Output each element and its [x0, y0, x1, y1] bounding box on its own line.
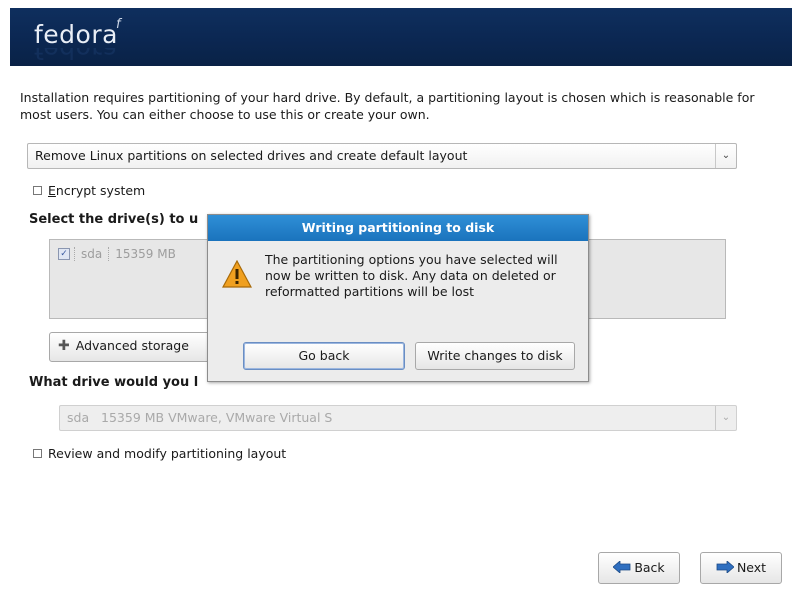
checkmark-icon[interactable]: ✓	[58, 248, 70, 260]
advanced-storage-button[interactable]: ✚ Advanced storage	[49, 332, 219, 362]
advanced-storage-label: Advanced storage	[75, 338, 189, 353]
go-back-button[interactable]: Go back	[243, 342, 405, 370]
dialog-message: The partitioning options you have select…	[265, 252, 558, 299]
plus-icon: ✚	[58, 338, 70, 354]
fedora-logo-reflection: fedora	[34, 48, 118, 64]
select-drives-heading: Select the drive(s) to u	[29, 212, 199, 227]
intro-text: Installation requires partitioning of yo…	[20, 90, 755, 122]
boot-drive-select-value: sda 15359 MB VMware, VMware Virtual S	[67, 410, 333, 425]
layout-select-value: Remove Linux partitions on selected driv…	[35, 148, 468, 163]
checkbox-icon	[33, 186, 42, 195]
boot-drive-select[interactable]: sda 15359 MB VMware, VMware Virtual S ⌄	[59, 405, 737, 431]
fedora-logo: fedora	[34, 20, 118, 49]
review-label: Review and modify partitioning layout	[48, 446, 287, 461]
back-label: Back	[634, 560, 665, 575]
encrypt-label: Encrypt system	[48, 183, 146, 198]
chevron-down-icon: ⌄	[715, 144, 736, 168]
arrow-right-icon	[716, 561, 734, 573]
review-checkbox[interactable]: Review and modify partitioning layout	[33, 446, 286, 461]
drive-row[interactable]: ✓ sda 15359 MB	[58, 247, 182, 261]
warning-icon	[222, 260, 252, 288]
layout-select[interactable]: Remove Linux partitions on selected driv…	[27, 143, 737, 169]
next-label: Next	[736, 560, 767, 575]
drive-name: sda	[74, 247, 108, 261]
boot-drive-heading: What drive would you l	[29, 375, 199, 390]
dialog-title: Writing partitioning to disk	[208, 215, 588, 241]
encrypt-checkbox[interactable]: Encrypt system	[33, 183, 145, 198]
checkbox-icon	[33, 449, 42, 458]
chevron-down-icon: ⌄	[715, 406, 736, 430]
header-banner: fedora f fedora	[10, 8, 792, 66]
back-button[interactable]: Back	[598, 552, 680, 584]
arrow-left-icon	[613, 561, 631, 573]
write-changes-button[interactable]: Write changes to disk	[415, 342, 575, 370]
confirm-dialog: Writing partitioning to disk The partiti…	[207, 214, 589, 382]
drive-size: 15359 MB	[108, 247, 182, 261]
fedora-logo-mark: f	[116, 17, 121, 32]
next-button[interactable]: Next	[700, 552, 782, 584]
encrypt-label-text: ncrypt system	[55, 183, 146, 198]
